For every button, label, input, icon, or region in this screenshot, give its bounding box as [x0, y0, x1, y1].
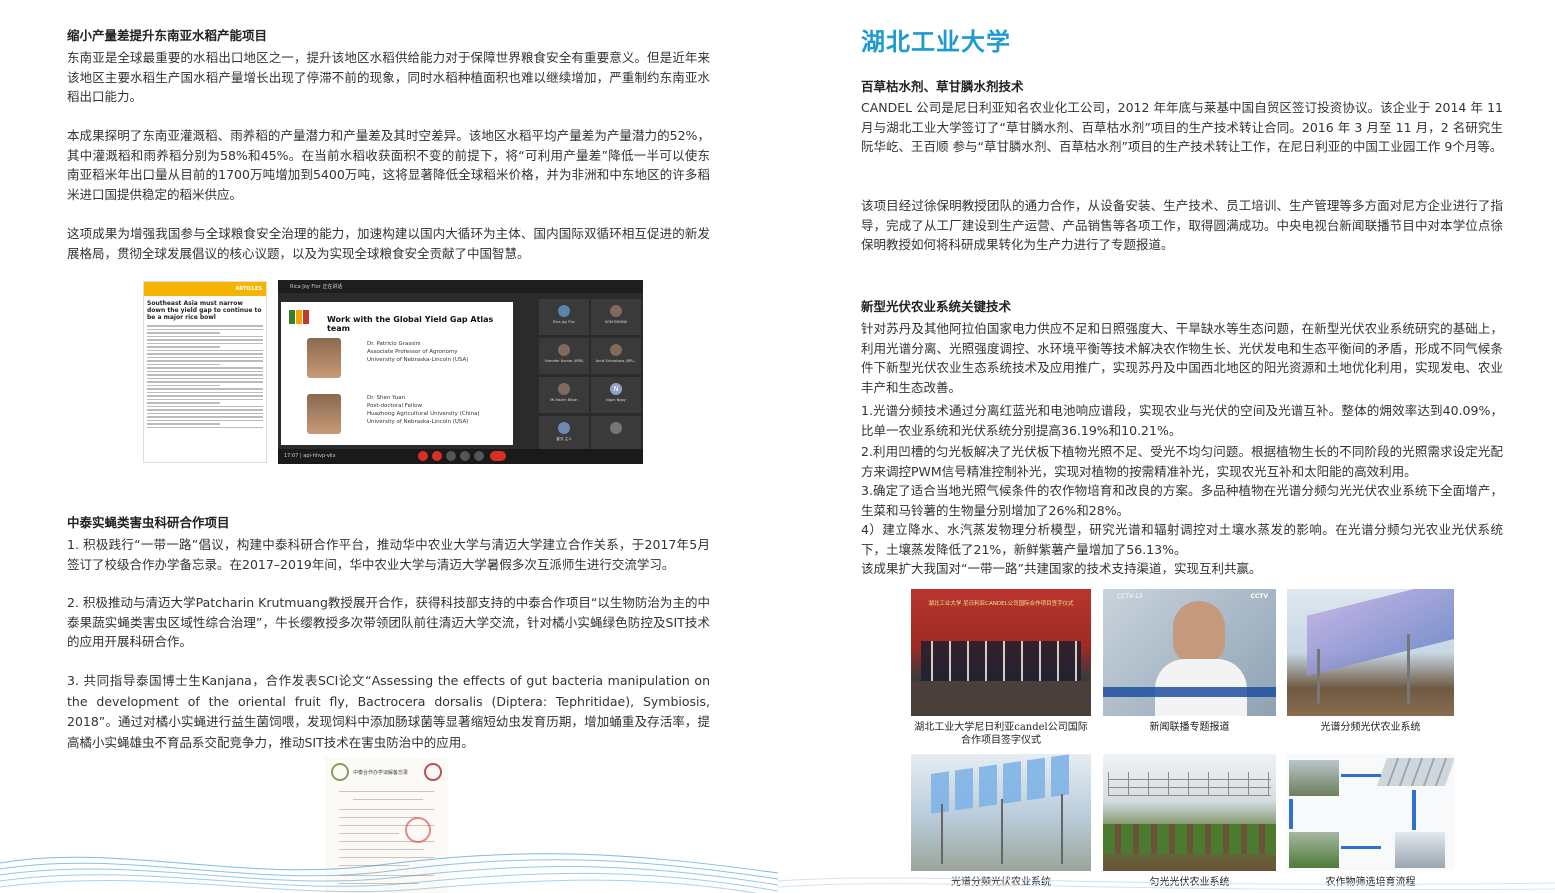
paragraph: 2. 积极推动与清迈大学Patcharin Krutmuang教授展开合作，获得… — [67, 595, 710, 650]
cctv-logo: CCTV — [1250, 593, 1268, 600]
meeting-time: 17:07 | api-hhvp-vkx — [284, 453, 336, 459]
paragraph: 3. 共同指导泰国博士生Kanjana，合作发表SCI论文“Assessing … — [67, 673, 710, 750]
meeting-title: Rica Joy Flor 正在讲话 — [278, 280, 643, 293]
photo-caption: 新闻联播专题报道 — [1149, 722, 1230, 733]
right-page: 湖北工业大学 百草枯水剂、草甘膦水剂技术 CANDEL 公司是尼日利亚知名农业化… — [778, 0, 1555, 893]
paragraph: 该项目经过徐保明教授团队的通力合作，从设备安装、生产技术、员工培训、生产管理等多… — [861, 198, 1503, 253]
ceremony-banner: 湖北工业大学 尼日利亚CANDEL公司国际合作项目签字仪式 — [928, 601, 1074, 607]
signing-ceremony-photo: 湖北工业大学 尼日利亚CANDEL公司国际合作项目签字仪式 — [911, 589, 1091, 716]
paragraph: CANDEL 公司是尼日利亚知名农业化工公司，2012 年年底与莱基中国自贸区签… — [861, 100, 1503, 155]
participant-tile: N Ngon Ngoy — [591, 377, 641, 413]
raise-hand-button — [460, 451, 470, 461]
section-title-fruitfly: 中泰实蝇类害虫科研合作项目 — [67, 515, 230, 530]
journal-article-image: ARTICLES Southeast Asia must narrow down… — [143, 281, 267, 463]
decorative-waves — [0, 853, 778, 893]
photo-caption: 湖北工业大学尼日利亚candel公司国际合作项目签字仪式 — [914, 722, 1088, 746]
person-photo — [307, 394, 341, 434]
camera-button — [432, 451, 442, 461]
participant-tile: Amit Srivastava (IRR... — [591, 338, 641, 374]
paragraph: 1. 积极践行“一带一路”倡议，构建中泰科研合作平台，推动华中农业大学与清迈大学… — [67, 537, 710, 572]
section-title-rice: 缩小产量差提升东南亚水稻产能项目 — [67, 28, 268, 43]
paragraph: 1.光谱分频技术通过分离红蓝光和电池响应谱段，实现农业与光伏的空间及光谱互补。整… — [861, 403, 1503, 438]
section-title-herbicide: 百草枯水剂、草甘膦水剂技术 — [861, 79, 1024, 94]
news-report-photo: CCTV-13 CCTV — [1103, 589, 1276, 716]
left-page: 缩小产量差提升东南亚水稻产能项目 东南亚是全球最重要的水稻出口地区之一，提升该地… — [0, 0, 778, 893]
university-seal-icon — [331, 763, 349, 781]
participant-tile: SOM BUNNA — [591, 299, 641, 335]
decorative-waves — [778, 877, 1555, 891]
participant-tile — [591, 416, 641, 452]
participant-tile: Mu'tazim Billah — [539, 377, 589, 413]
video-meeting-screenshot: Rica Joy Flor 正在讲话 Work with the Global … — [278, 280, 643, 464]
cctv13-logo: CCTV-13 — [1117, 593, 1143, 600]
participant-tile: Rica Joy Flor — [539, 299, 589, 335]
paragraph: 针对苏丹及其他阿拉伯国家电力供应不足和日照强度大、干旱缺水等生态问题，在新型光伏… — [861, 321, 1503, 395]
paragraph: 该成果扩大我国对“一带一路”共建国家的技术支持渠道，实现互利共赢。 — [861, 561, 1262, 576]
university-title: 湖北工业大学 — [861, 28, 1011, 56]
photo-caption: 光谱分频光伏农业系统 — [1320, 722, 1421, 733]
section-title-pv-agriculture: 新型光伏农业系统关键技术 — [861, 299, 1012, 314]
paragraph: 这项成果为增强我国参与全球粮食安全治理的能力，加速构建以国内大循环为主体、国内国… — [67, 226, 710, 261]
hangup-button — [490, 451, 506, 461]
paragraph: 东南亚是全球最重要的水稻出口地区之一，提升该地区水稻供给能力对于保障世界粮食安全… — [67, 50, 710, 105]
person1-info: Dr. Patricio Grassini Associate Professo… — [367, 341, 469, 363]
presentation-slide: Work with the Global Yield Gap Atlas tea… — [281, 302, 513, 445]
present-button — [446, 451, 456, 461]
article-title: Southeast Asia must narrow down the yiel… — [147, 300, 262, 321]
participant-tile: 曾亦 主人 — [539, 416, 589, 452]
person2-info: Dr. Shen Yuan Post-doctoral Fellow Huazh… — [367, 395, 480, 425]
memorandum-heading: 中泰合作办学谅解备忘录 — [353, 770, 409, 776]
article-badge: ARTICLES — [235, 286, 262, 292]
more-button — [474, 451, 484, 461]
slide-title: Work with the Global Yield Gap Atlas tea… — [327, 315, 494, 333]
paragraph: 3.确定了适合当地光照气候条件的农作物培育和改良的方案。多品种植物在光谱分频匀光… — [861, 483, 1503, 518]
paragraph: 4）建立降水、水汽蒸发物理分析模型，研究光谱和辐射调控对土壤水蒸发的影响。在光谱… — [861, 522, 1503, 557]
university-seal-icon — [424, 763, 442, 781]
pv-system-photo — [1287, 589, 1454, 716]
paragraph: 本成果探明了东南亚灌溉稻、雨养稻的产量潜力和产量差及其时空差异。该地区水稻平均产… — [67, 128, 710, 202]
person-photo — [307, 338, 341, 378]
participant-tile: Virender Kumar (IRRI) — [539, 338, 589, 374]
paragraph: 2.利用凹槽的匀光板解决了光伏板下植物光照不足、受光不均匀问题。根据植物生长的不… — [861, 444, 1503, 479]
mic-button — [418, 451, 428, 461]
